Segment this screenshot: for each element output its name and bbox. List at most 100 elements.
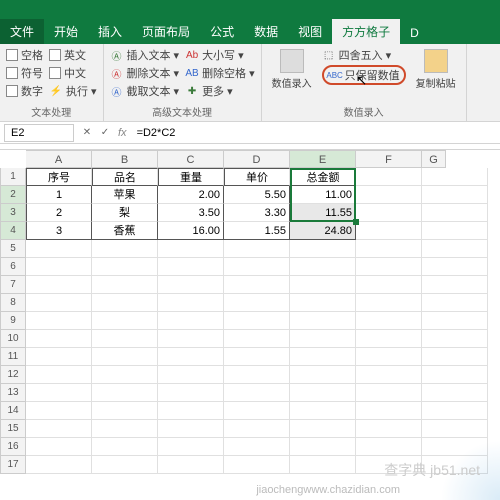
chk-chinese[interactable]: 中文 [49, 65, 97, 81]
row-header[interactable]: 5 [0, 240, 26, 258]
cell[interactable] [356, 186, 422, 204]
col-C[interactable]: C [158, 150, 224, 168]
row-header[interactable]: 1 [0, 168, 26, 186]
tab-extra[interactable]: D [400, 22, 429, 44]
cell[interactable] [422, 366, 488, 384]
cell[interactable] [224, 348, 290, 366]
cell[interactable]: 24.80 [290, 222, 356, 240]
cell[interactable] [422, 204, 488, 222]
cell[interactable] [422, 276, 488, 294]
cell[interactable] [26, 330, 92, 348]
fx-icon[interactable]: fx [114, 127, 131, 139]
cell[interactable] [422, 402, 488, 420]
cell[interactable] [26, 294, 92, 312]
btn-delete-text[interactable]: Ⓐ删除文本▾ [110, 65, 180, 81]
cell[interactable] [422, 330, 488, 348]
cell[interactable]: 3.50 [158, 204, 224, 222]
cell[interactable]: 3 [26, 222, 92, 240]
cell[interactable] [26, 438, 92, 456]
row-header[interactable]: 13 [0, 384, 26, 402]
tab-insert[interactable]: 插入 [88, 19, 132, 44]
row-header[interactable]: 12 [0, 366, 26, 384]
cell[interactable] [92, 384, 158, 402]
col-A[interactable]: A [26, 150, 92, 168]
btn-more[interactable]: ✚更多▾ [185, 83, 255, 99]
cell[interactable] [158, 330, 224, 348]
cell[interactable]: 1 [26, 186, 92, 204]
cell[interactable] [422, 384, 488, 402]
cell[interactable] [26, 258, 92, 276]
cell[interactable] [158, 276, 224, 294]
cell[interactable] [422, 258, 488, 276]
cell[interactable] [92, 330, 158, 348]
cell[interactable] [158, 366, 224, 384]
cell[interactable]: 11.00 [290, 186, 356, 204]
cell[interactable] [290, 348, 356, 366]
cell[interactable]: 总金额 [290, 168, 356, 186]
cell[interactable] [422, 348, 488, 366]
cell[interactable] [422, 312, 488, 330]
row-header[interactable]: 14 [0, 402, 26, 420]
tab-layout[interactable]: 页面布局 [132, 19, 200, 44]
cell[interactable] [26, 366, 92, 384]
cell[interactable] [224, 384, 290, 402]
cell[interactable] [224, 240, 290, 258]
row-header[interactable]: 3 [0, 204, 26, 222]
cell[interactable] [26, 312, 92, 330]
formula-input[interactable]: =D2*C2 [131, 125, 500, 141]
cell[interactable]: 2.00 [158, 186, 224, 204]
row-header[interactable]: 6 [0, 258, 26, 276]
cell[interactable] [356, 276, 422, 294]
cell[interactable] [92, 402, 158, 420]
row-header[interactable]: 15 [0, 420, 26, 438]
btn-insert-text[interactable]: Ⓐ插入文本▾ [110, 47, 180, 63]
cell[interactable] [356, 438, 422, 456]
tab-home[interactable]: 开始 [44, 19, 88, 44]
cell[interactable] [26, 276, 92, 294]
row-header[interactable]: 16 [0, 438, 26, 456]
cell[interactable] [422, 186, 488, 204]
chk-space[interactable]: 空格 [6, 47, 43, 63]
cell[interactable] [224, 294, 290, 312]
row-header[interactable]: 4 [0, 222, 26, 240]
name-box[interactable]: E2 [4, 124, 74, 142]
btn-value-input[interactable]: 数值录入 [268, 47, 316, 92]
cell[interactable] [356, 366, 422, 384]
cell[interactable] [356, 204, 422, 222]
cell[interactable] [92, 258, 158, 276]
cell[interactable] [26, 402, 92, 420]
row-header[interactable]: 9 [0, 312, 26, 330]
cancel-icon[interactable]: ✕ [78, 127, 96, 138]
cell[interactable] [224, 366, 290, 384]
cell[interactable]: 11.55 [290, 204, 356, 222]
cell[interactable] [158, 240, 224, 258]
cell[interactable] [26, 420, 92, 438]
cell[interactable] [290, 366, 356, 384]
cell[interactable]: 5.50 [224, 186, 290, 204]
cell[interactable]: 苹果 [92, 186, 158, 204]
cell[interactable] [92, 240, 158, 258]
chk-english[interactable]: 英文 [49, 47, 97, 63]
cell[interactable] [158, 384, 224, 402]
cell[interactable] [26, 456, 92, 474]
cell[interactable] [356, 258, 422, 276]
cell[interactable] [158, 294, 224, 312]
cell[interactable]: 16.00 [158, 222, 224, 240]
cell[interactable] [92, 276, 158, 294]
cell[interactable] [92, 420, 158, 438]
row-header[interactable]: 17 [0, 456, 26, 474]
cell[interactable] [290, 258, 356, 276]
cell[interactable] [422, 294, 488, 312]
cell[interactable] [158, 438, 224, 456]
col-F[interactable]: F [356, 150, 422, 168]
cell[interactable] [356, 420, 422, 438]
cell[interactable] [224, 438, 290, 456]
tab-view[interactable]: 视图 [288, 19, 332, 44]
btn-execute[interactable]: ⚡执行▾ [49, 83, 97, 99]
cell[interactable] [356, 384, 422, 402]
row-header[interactable]: 8 [0, 294, 26, 312]
cell[interactable] [26, 384, 92, 402]
tab-ffgz[interactable]: 方方格子 [332, 19, 400, 44]
cell[interactable] [422, 420, 488, 438]
cell[interactable]: 3.30 [224, 204, 290, 222]
